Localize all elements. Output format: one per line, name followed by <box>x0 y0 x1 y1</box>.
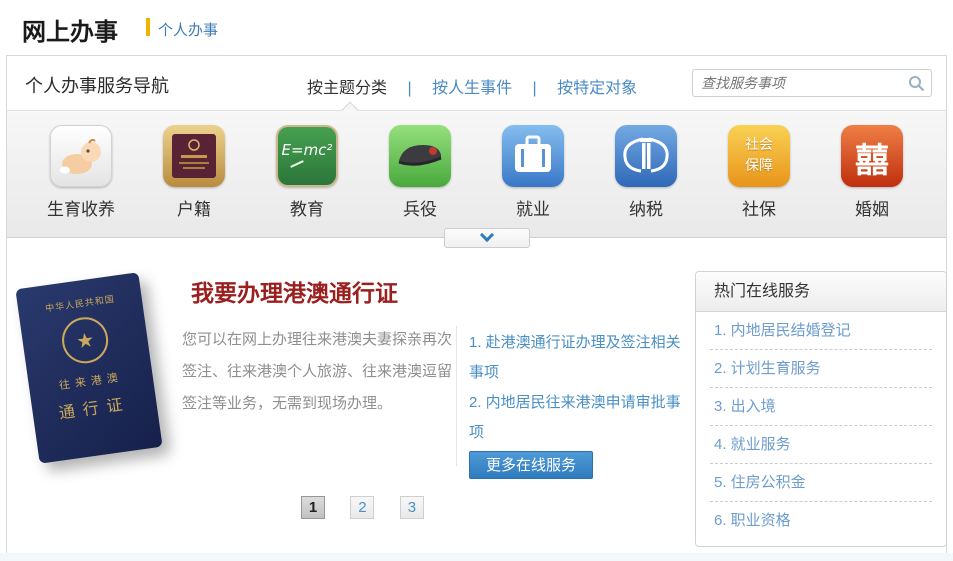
nav-tab-by-life-event[interactable]: 按人生事件 <box>432 74 512 98</box>
category-label: 就业 <box>485 195 581 220</box>
briefcase-icon <box>502 125 564 187</box>
site-title: 网上办事 <box>22 12 118 47</box>
social-security-icon: 社会 保障 <box>728 125 790 187</box>
hot-services-panel: 热门在线服务 1. 内地居民结婚登记 2. 计划生育服务 3. 出入境 4. 就… <box>695 271 947 547</box>
hot-service-item[interactable]: 3. 出入境 <box>710 388 932 426</box>
chalk-mark <box>290 160 304 168</box>
feature-links: 1. 赴港澳通行证办理及签注相关事项 2. 内地居民往来港澳申请审批事项 <box>469 328 691 448</box>
category-icon-band: 生育收养 户籍 <box>7 110 946 238</box>
category-label: 生育收养 <box>33 195 129 220</box>
military-beret-icon <box>389 125 451 187</box>
hot-service-item[interactable]: 4. 就业服务 <box>710 426 932 464</box>
nav-title: 个人办事服务导航 <box>25 72 169 98</box>
hot-services-title: 热门在线服务 <box>696 272 946 312</box>
page-button-1[interactable]: 1 <box>301 496 325 519</box>
page: 网上办事 个人办事 个人办事 企业办事 部门服务 个人办事服务导航 按主题分类 … <box>0 0 953 561</box>
nav-separator: | <box>407 80 411 98</box>
main-panel: 个人办事服务导航 按主题分类 | 按人生事件 | 按特定对象 <box>6 55 947 553</box>
hot-service-item[interactable]: 2. 计划生育服务 <box>710 350 932 388</box>
category-label: 户籍 <box>146 195 242 220</box>
category-military-service[interactable]: 兵役 <box>372 125 468 220</box>
vertical-divider <box>456 326 457 466</box>
hot-service-item[interactable]: 1. 内地居民结婚登记 <box>710 312 932 350</box>
category-label: 兵役 <box>372 195 468 220</box>
category-birth-adoption[interactable]: 生育收养 <box>33 125 129 220</box>
nav-tab-by-topic[interactable]: 按主题分类 <box>307 74 387 98</box>
nav-tab-by-target-group[interactable]: 按特定对象 <box>557 74 637 98</box>
hot-service-item[interactable]: 5. 住房公积金 <box>710 464 932 502</box>
formula-text: E=mc² <box>278 141 336 159</box>
pagination: 1 2 3 <box>301 496 445 519</box>
social-security-text-line1: 社会 <box>728 134 790 155</box>
double-happiness-icon: 囍 <box>841 125 903 187</box>
category-marriage[interactable]: 囍 婚姻 <box>824 125 920 220</box>
nav-separator: | <box>533 80 537 98</box>
category-label: 婚姻 <box>824 195 920 220</box>
feature-link-2[interactable]: 2. 内地居民往来港澳申请审批事项 <box>469 388 691 448</box>
service-nav-bar: 个人办事服务导航 按主题分类 | 按人生事件 | 按特定对象 <box>7 56 946 110</box>
booklet-country-text: 中华人民共和国 <box>18 288 143 318</box>
household-register-icon <box>163 125 225 187</box>
double-happiness-text: 囍 <box>841 133 903 182</box>
feature-link-1[interactable]: 1. 赴港澳通行证办理及签注相关事项 <box>469 328 691 388</box>
category-label: 教育 <box>259 195 355 220</box>
page-button-3[interactable]: 3 <box>400 496 424 519</box>
category-list: 生育收养 户籍 <box>7 111 946 220</box>
category-education[interactable]: E=mc² 教育 <box>259 125 355 220</box>
tax-emblem-icon <box>615 125 677 187</box>
site-header: 网上办事 个人办事 个人办事 企业办事 部门服务 <box>0 0 953 55</box>
baby-icon <box>50 125 112 187</box>
more-online-services-button[interactable]: 更多在线服务 <box>469 451 593 479</box>
feature-headline: 我要办理港澳通行证 <box>191 274 398 308</box>
education-blackboard-icon: E=mc² <box>276 125 338 187</box>
search-input[interactable] <box>701 72 896 94</box>
expand-categories-button[interactable] <box>444 228 530 248</box>
category-tax[interactable]: 纳税 <box>598 125 694 220</box>
site-subtitle: 个人办事 <box>158 19 218 40</box>
national-emblem-icon: ★ <box>59 314 111 366</box>
page-button-2[interactable]: 2 <box>350 496 374 519</box>
page-footer-strip <box>0 553 953 561</box>
category-household-registration[interactable]: 户籍 <box>146 125 242 220</box>
feature-content: 中华人民共和国 ★ 往来港澳 通行证 我要办理港澳通行证 您可以在网上办理往来港… <box>7 238 946 554</box>
feature-description: 您可以在网上办理往来港澳夫妻探亲再次签注、往来港澳个人旅游、往来港澳逗留签注等业… <box>182 324 454 420</box>
category-employment[interactable]: 就业 <box>485 125 581 220</box>
travel-permit-image: 中华人民共和国 ★ 往来港澳 通行证 <box>15 272 162 464</box>
hot-service-item[interactable]: 6. 职业资格 <box>710 502 932 540</box>
category-label: 纳税 <box>598 195 694 220</box>
category-label: 社保 <box>711 195 807 220</box>
title-separator <box>146 18 150 36</box>
search-icon[interactable] <box>908 75 925 92</box>
category-social-security[interactable]: 社会 保障 社保 <box>711 125 807 220</box>
chevron-down-icon <box>480 228 494 242</box>
search-box <box>692 69 932 97</box>
nav-tabs: 按主题分类 | 按人生事件 | 按特定对象 <box>307 74 637 98</box>
social-security-text-line2: 保障 <box>728 155 790 176</box>
